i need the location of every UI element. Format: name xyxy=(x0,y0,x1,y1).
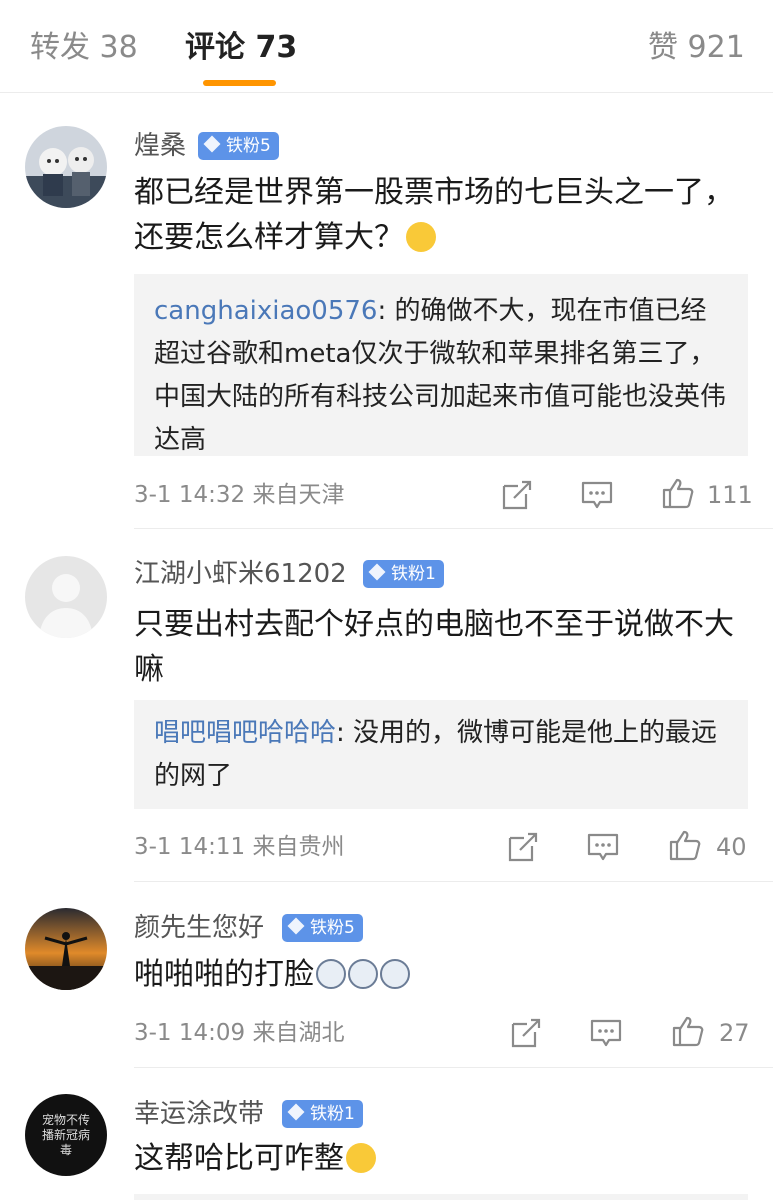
comment-text: 只要出村去配个好点的电脑也不至于说做不大嘛 xyxy=(134,607,734,687)
badge-label: 铁粉1 xyxy=(310,1104,355,1124)
reply-username[interactable]: 唱吧唱吧哈哈哈 xyxy=(154,718,336,748)
reply-box[interactable]: canghaixiao0576: 的确做不大，现在市值已经超过谷歌和meta仅次… xyxy=(134,274,748,456)
username[interactable]: 煌桑 xyxy=(134,128,186,164)
username[interactable]: 颜先生您好 xyxy=(134,910,264,946)
reply-box[interactable] xyxy=(134,1194,748,1200)
share-icon[interactable] xyxy=(500,478,534,512)
avatar[interactable]: 宠物不传播新冠病毒 xyxy=(25,1094,107,1176)
avatar[interactable] xyxy=(25,556,107,638)
diamond-icon xyxy=(203,135,221,153)
avatar[interactable] xyxy=(25,908,107,990)
like-count: 40 xyxy=(716,833,747,861)
comment-meta: 3-1 14:09 来自湖北 xyxy=(134,1020,345,1046)
comment-icon[interactable] xyxy=(589,1016,623,1050)
avatar-image xyxy=(25,126,107,208)
comment-meta: 3-1 14:32 来自天津 xyxy=(134,482,345,508)
thumbs-up-icon[interactable] xyxy=(668,828,702,862)
badge-label: 铁粉1 xyxy=(391,564,436,584)
divider xyxy=(134,528,773,529)
diamond-icon xyxy=(287,1103,305,1121)
tab-repost[interactable]: 转发 38 xyxy=(30,26,138,70)
tab-likes[interactable]: 赞 921 xyxy=(648,26,745,70)
husky-emoji-icon xyxy=(380,958,410,989)
share-icon[interactable] xyxy=(509,1016,543,1050)
thumbs-up-icon[interactable] xyxy=(661,476,695,510)
laugh-emoji-icon xyxy=(346,1142,376,1173)
username[interactable]: 江湖小虾米61202 xyxy=(134,556,347,592)
reply-box[interactable]: 唱吧唱吧哈哈哈: 没用的，微博可能是他上的最远的网了 xyxy=(134,700,748,809)
husky-emoji-icon xyxy=(316,958,346,989)
divider xyxy=(134,1067,773,1068)
badge-label: 铁粉5 xyxy=(310,918,355,938)
username[interactable]: 幸运涂改带 xyxy=(134,1096,264,1132)
badge-label: 铁粉5 xyxy=(226,136,271,156)
reply-text: 唱吧唱吧哈哈哈: 没用的，微博可能是他上的最远的网了 xyxy=(154,712,728,798)
comment-meta: 3-1 14:11 来自贵州 xyxy=(134,834,345,860)
fan-badge[interactable]: 铁粉5 xyxy=(198,132,279,160)
comment-text: 啪啪啪的打脸 xyxy=(134,952,754,997)
comment-text: 都已经是世界第一股票市场的七巨头之一了，还要怎么样才算大？ xyxy=(134,170,754,260)
smirk-emoji-icon xyxy=(406,221,436,252)
default-avatar-icon xyxy=(25,556,107,638)
tab-comments[interactable]: 评论 73 xyxy=(185,26,297,70)
comment-text-content: 啪啪啪的打脸 xyxy=(134,957,314,992)
share-icon[interactable] xyxy=(506,830,540,864)
comment-text: 这帮哈比可咋整 xyxy=(134,1136,754,1181)
avatar-image xyxy=(25,908,107,990)
avatar[interactable] xyxy=(25,126,107,208)
comment-icon[interactable] xyxy=(580,478,614,512)
active-tab-indicator xyxy=(203,80,276,86)
thumbs-up-icon[interactable] xyxy=(671,1014,705,1048)
like-count: 27 xyxy=(719,1019,750,1047)
diamond-icon xyxy=(368,563,386,581)
comment-icon[interactable] xyxy=(586,830,620,864)
avatar-caption: 宠物不传播新冠病毒 xyxy=(41,1112,90,1157)
fan-badge[interactable]: 铁粉5 xyxy=(282,914,363,942)
like-count: 111 xyxy=(707,481,753,509)
comment-text-content: 这帮哈比可咋整 xyxy=(134,1141,344,1176)
fan-badge[interactable]: 铁粉1 xyxy=(363,560,444,588)
divider xyxy=(134,881,773,882)
diamond-icon xyxy=(287,917,305,935)
reply-text: canghaixiao0576: 的确做不大，现在市值已经超过谷歌和meta仅次… xyxy=(154,290,728,462)
fan-badge[interactable]: 铁粉1 xyxy=(282,1100,363,1128)
comment-tabs: 转发 38 评论 73 赞 921 xyxy=(0,0,773,93)
husky-emoji-icon xyxy=(348,958,378,989)
reply-username[interactable]: canghaixiao0576 xyxy=(154,296,377,326)
